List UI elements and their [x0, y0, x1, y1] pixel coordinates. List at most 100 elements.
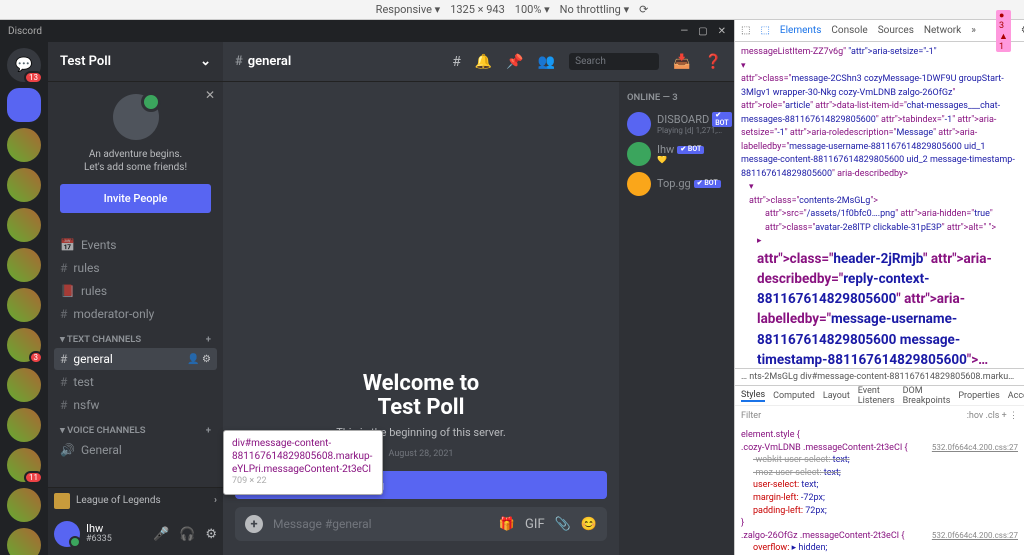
- tab-elements[interactable]: Elements: [780, 25, 821, 36]
- channel-item[interactable]: #test: [54, 371, 217, 393]
- devtools-tabs: ⬚ ⬚ Elements Console Sources Network » ●…: [735, 20, 1024, 42]
- zoom-dropdown[interactable]: 100% ▾: [515, 3, 550, 16]
- styles-tab[interactable]: Computed: [773, 391, 815, 401]
- server-item[interactable]: [7, 288, 41, 322]
- close-icon[interactable]: ✕: [205, 88, 215, 102]
- member-item[interactable]: Ihw✔ BOT💛: [627, 139, 726, 169]
- server-item[interactable]: [7, 88, 41, 122]
- header-icon[interactable]: 🔔: [475, 54, 492, 70]
- attach-icon[interactable]: +: [245, 515, 263, 533]
- header-icon[interactable]: #: [452, 54, 461, 70]
- search-input[interactable]: Search: [569, 53, 659, 70]
- welcome-line2: Test Poll: [378, 395, 465, 420]
- input-placeholder: Message #general: [273, 517, 489, 531]
- filter-toggles[interactable]: :hov .cls + ⋮: [967, 411, 1018, 421]
- input-icon[interactable]: 📎: [555, 517, 571, 532]
- tab-console[interactable]: Console: [831, 25, 867, 36]
- add-icon[interactable]: +: [206, 334, 211, 345]
- styles-tabs: Styles Computed Layout Event Listeners DOM B…: [735, 385, 1024, 405]
- game-icon: [54, 493, 70, 509]
- chevron-icon: ›: [214, 495, 217, 506]
- tooltip-dims: 709 × 22: [232, 476, 374, 488]
- server-item[interactable]: [7, 128, 41, 162]
- viewport-dimensions[interactable]: 1325 × 943: [450, 3, 505, 16]
- minimize-icon[interactable]: —: [680, 26, 688, 37]
- input-icon[interactable]: GIF: [525, 517, 545, 532]
- input-icon[interactable]: 😊: [581, 517, 597, 532]
- rotate-icon[interactable]: ⟳: [639, 3, 648, 16]
- server-header[interactable]: Test Poll ⌄: [48, 42, 223, 82]
- styles-tab[interactable]: Accessibili: [1008, 391, 1024, 401]
- avatar-placeholder: [113, 94, 159, 140]
- avatar[interactable]: [54, 521, 80, 547]
- friends-line1: An adventure begins.: [60, 148, 211, 161]
- user-control-icon[interactable]: ⚙: [205, 527, 217, 542]
- more-tabs-icon[interactable]: »: [971, 25, 976, 36]
- channel-item[interactable]: 📅Events: [54, 234, 217, 256]
- channel-name: general: [248, 54, 291, 69]
- channel-item[interactable]: #nsfw: [54, 394, 217, 416]
- responsive-toolbar: Responsive ▾ 1325 × 943 100% ▾ No thrott…: [0, 0, 1024, 20]
- server-item[interactable]: 3: [7, 328, 41, 362]
- header-icon[interactable]: 📌: [506, 54, 523, 70]
- game-activity[interactable]: League of Legends ›: [48, 487, 223, 513]
- channel-item[interactable]: #rules: [54, 257, 217, 279]
- app-title: Discord: [8, 26, 42, 37]
- server-item[interactable]: [7, 488, 41, 522]
- styles-pane[interactable]: element.style {.cozy-VmLDNB .messageCont…: [735, 425, 1024, 555]
- user-panel: Ihw #6335 🎤🎧⚙: [48, 513, 223, 555]
- user-control-icon[interactable]: 🎤: [153, 527, 169, 542]
- header-icon[interactable]: 👥: [538, 54, 555, 70]
- discord-pane: Discord — ▢ ✕ 💬1331136102NEW Test Poll ⌄…: [0, 20, 734, 555]
- friends-prompt: ✕ An adventure begins. Let's add some fr…: [48, 82, 223, 225]
- server-item[interactable]: [7, 168, 41, 202]
- inspect-icon[interactable]: ⬚: [741, 25, 750, 36]
- chevron-down-icon: ⌄: [200, 54, 211, 69]
- server-item[interactable]: [7, 528, 41, 555]
- channel-item[interactable]: #moderator-only: [54, 303, 217, 325]
- tab-sources[interactable]: Sources: [878, 25, 914, 36]
- message-input[interactable]: + Message #general 🎁 GIF 📎 😊: [235, 507, 607, 541]
- filter-input[interactable]: Filter: [741, 411, 761, 421]
- styles-tab[interactable]: DOM Breakpoints: [903, 386, 951, 406]
- header-icon[interactable]: ❓: [705, 54, 722, 70]
- close-icon[interactable]: ✕: [718, 26, 726, 37]
- channel-item[interactable]: 🔊General: [54, 439, 217, 461]
- server-item[interactable]: 11: [7, 448, 41, 482]
- tab-network[interactable]: Network: [924, 25, 961, 36]
- breadcrumb[interactable]: … nts-2MsGLg div#message-content-8811676…: [735, 368, 1024, 385]
- invite-button[interactable]: Invite People: [60, 184, 211, 213]
- friends-line2: Let's add some friends!: [60, 161, 211, 174]
- dom-tree[interactable]: messageListItem-ZZ7v6g" "attr">aria-sets…: [735, 42, 1024, 368]
- message-area: Welcome toTest Poll This is the beginnin…: [223, 82, 619, 555]
- add-icon[interactable]: +: [206, 425, 211, 436]
- welcome-line1: Welcome to: [363, 371, 479, 396]
- server-item[interactable]: [7, 368, 41, 402]
- inspector-tooltip: div#message-content-881167614829805608.m…: [223, 430, 383, 495]
- server-item[interactable]: [7, 408, 41, 442]
- device-icon[interactable]: ⬚: [760, 25, 769, 36]
- header-icon[interactable]: 📥: [673, 54, 690, 70]
- styles-tab[interactable]: Properties: [958, 391, 999, 401]
- server-item[interactable]: [7, 248, 41, 282]
- channel-item[interactable]: #general👤 ⚙: [54, 348, 217, 370]
- member-list: ONLINE — 3 DISBOARD✔ BOTPlaying [d] 1,27…: [619, 82, 734, 555]
- server-item[interactable]: 💬13: [7, 48, 41, 82]
- throttle-dropdown[interactable]: No throttling ▾: [560, 3, 629, 16]
- server-name: Test Poll: [60, 54, 111, 69]
- responsive-dropdown[interactable]: Responsive ▾: [376, 3, 441, 16]
- styles-tab[interactable]: Layout: [823, 391, 850, 401]
- chat-area: # general #🔔📌👥Search📥❓ Welcome toTest Po…: [223, 42, 734, 555]
- server-list: 💬1331136102NEW: [0, 42, 48, 555]
- styles-tab[interactable]: Styles: [741, 390, 765, 402]
- channel-sidebar: Test Poll ⌄ ✕ An adventure begins. Let's…: [48, 42, 223, 555]
- styles-tab[interactable]: Event Listeners: [858, 386, 895, 406]
- member-item[interactable]: Top.gg✔ BOT: [627, 169, 726, 199]
- channel-item[interactable]: 📕rules: [54, 280, 217, 302]
- user-control-icon[interactable]: 🎧: [179, 527, 195, 542]
- game-name: League of Legends: [76, 495, 161, 506]
- server-item[interactable]: [7, 208, 41, 242]
- input-icon[interactable]: 🎁: [499, 517, 515, 532]
- member-item[interactable]: DISBOARD✔ BOTPlaying [d] 1,271,766 serve…: [627, 109, 726, 139]
- maximize-icon[interactable]: ▢: [698, 26, 707, 37]
